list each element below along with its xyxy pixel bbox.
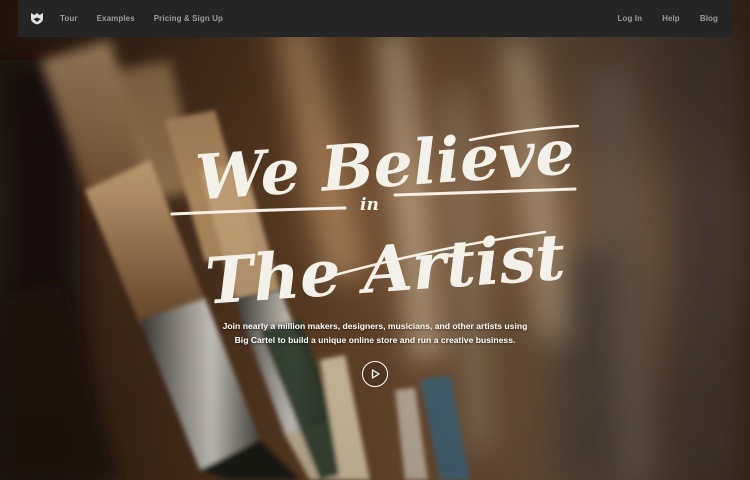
hero-tagline: Join nearly a million makers, designers,… xyxy=(175,319,575,347)
hero-headline: We Believe in The Artist xyxy=(170,115,580,320)
play-video-button[interactable] xyxy=(362,361,388,387)
play-icon xyxy=(371,369,380,379)
tagline-line-2: Big Cartel to build a unique online stor… xyxy=(234,335,516,345)
tagline-line-1: Join nearly a million makers, designers,… xyxy=(222,321,528,331)
headline-line-1: We Believe xyxy=(193,115,577,214)
headline-line-2: in xyxy=(360,195,379,215)
headline-line-3: The Artist xyxy=(203,220,567,320)
